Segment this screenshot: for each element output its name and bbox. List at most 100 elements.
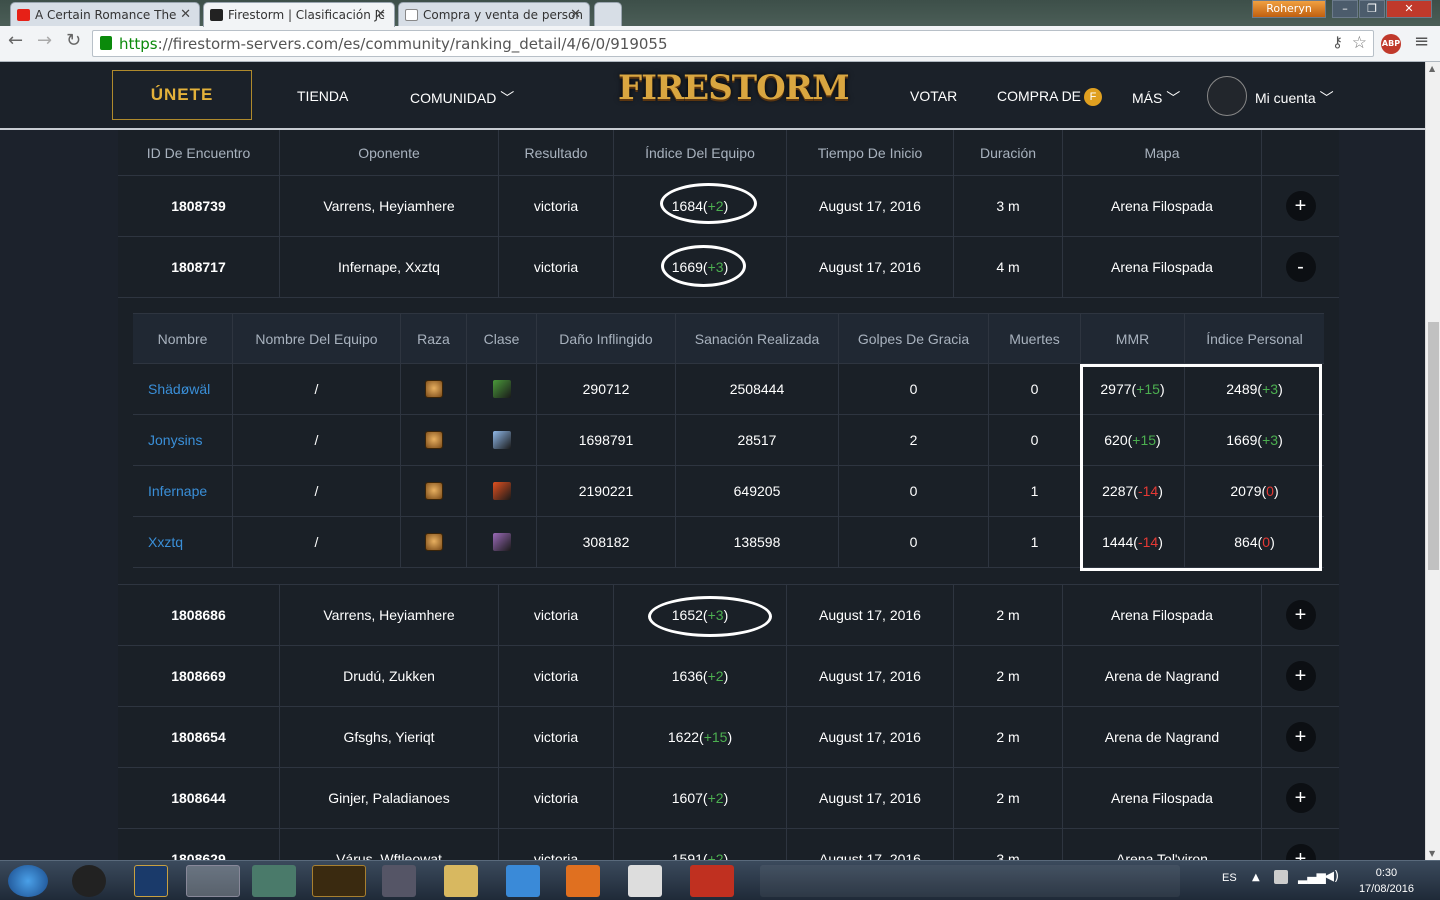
app-icon[interactable] — [382, 865, 416, 897]
match-time: August 17, 2016 — [787, 707, 954, 767]
scrollbar-thumb[interactable] — [1428, 322, 1439, 570]
nav-votar[interactable]: VOTAR — [910, 88, 957, 104]
adblock-icon[interactable]: ABP — [1381, 34, 1401, 54]
match-rating: 1669(+3) — [614, 237, 787, 297]
obs-icon[interactable] — [72, 865, 106, 897]
tray-arrow-icon[interactable]: ▲ — [1252, 872, 1260, 883]
match-row: 1808686 Varrens, Heyiamhere victoria 165… — [118, 585, 1339, 646]
match-toggle-cell: - — [1262, 237, 1339, 297]
nav-comunidad-label: COMUNIDAD — [410, 90, 497, 106]
nav-comunidad[interactable]: COMUNIDAD ﹀ — [410, 88, 514, 108]
header-healing: Sanación Realizada — [676, 314, 839, 363]
forward-icon[interactable]: → — [37, 30, 52, 51]
media-icon[interactable] — [506, 865, 540, 897]
player-damage: 1698791 — [537, 415, 676, 465]
new-tab-button[interactable] — [594, 2, 622, 26]
class-cell — [467, 364, 537, 414]
nav-mas[interactable]: MÁS ﹀ — [1132, 88, 1180, 108]
language-indicator[interactable]: ES — [1222, 872, 1237, 884]
scroll-down-icon[interactable]: ▼ — [1429, 849, 1435, 858]
tab-music[interactable]: A Certain Romance The ✕ — [10, 2, 200, 26]
app-icon[interactable] — [252, 865, 296, 897]
website: ÚNETE TIENDA COMUNIDAD ﹀ FIRESTORM VOTAR… — [0, 62, 1425, 860]
start-button[interactable] — [8, 865, 48, 897]
match-row: 1808654 Gfsghs, Yieriqt victoria 1622(+1… — [118, 707, 1339, 768]
mmr-value: 2977 — [1100, 381, 1132, 397]
nav-compra-label: COMPRA DE — [997, 88, 1082, 104]
race-icon — [424, 533, 443, 551]
network-warning-icon[interactable] — [1274, 870, 1288, 884]
signal-icon[interactable]: ▂▄▆ — [1298, 870, 1326, 884]
match-id: 1808686 — [118, 585, 280, 645]
gamepad-icon[interactable] — [628, 865, 662, 897]
expand-button[interactable]: + — [1285, 722, 1316, 752]
match-map: Arena de Nagrand — [1063, 707, 1262, 767]
chrome-icon[interactable] — [186, 865, 240, 897]
app-icon[interactable] — [690, 865, 734, 897]
site-logo[interactable]: FIRESTORM — [618, 68, 850, 108]
player-team: / — [233, 415, 401, 465]
back-icon[interactable]: ← — [8, 30, 23, 51]
close-icon[interactable]: ✕ — [570, 7, 581, 22]
detail-header: Nombre Nombre Del Equipo Raza Clase Daño… — [133, 313, 1324, 364]
maximize-button[interactable]: ❐ — [1359, 0, 1385, 18]
player-personal: 1669(+3) — [1226, 432, 1283, 448]
match-duration: 2 m — [954, 707, 1063, 767]
key-icon[interactable]: ⚷ — [1332, 33, 1343, 51]
menu-icon[interactable]: ≡ — [1414, 31, 1429, 52]
expand-button[interactable]: + — [1285, 191, 1316, 221]
video-icon[interactable] — [566, 865, 600, 897]
match-opponent: Varrens, Heyiamhere — [280, 176, 499, 236]
race-cell — [401, 364, 467, 414]
player-name-link[interactable]: Infernape — [133, 466, 233, 516]
join-button[interactable]: ÚNETE — [112, 70, 252, 120]
tab-compra[interactable]: Compra y venta de person ✕ — [398, 2, 590, 26]
header-mmr: MMR — [1081, 314, 1185, 363]
player-mmr: 2977(+15) — [1081, 364, 1185, 414]
class-icon — [492, 482, 511, 500]
player-damage: 2190221 — [537, 466, 676, 516]
avatar[interactable] — [1207, 76, 1247, 116]
player-name-link[interactable]: Jonysins — [133, 415, 233, 465]
collapse-button[interactable]: - — [1285, 252, 1316, 282]
clock[interactable]: 0:30 17/08/2016 — [1359, 865, 1414, 897]
match-opponent: Gfsghs, Yieriqt — [280, 707, 499, 767]
profile-button[interactable]: Roheryn — [1252, 0, 1326, 18]
player-name-link[interactable]: Shädøwäl — [133, 364, 233, 414]
expand-button[interactable]: + — [1285, 661, 1316, 691]
rating-change: +3 — [707, 259, 724, 275]
firestorm-favicon-icon — [210, 9, 223, 21]
league-icon[interactable] — [134, 865, 168, 897]
match-toggle-cell: + — [1262, 585, 1339, 645]
nav-tienda[interactable]: TIENDA — [297, 88, 348, 104]
address-bar[interactable]: https://firestorm-servers.com/es/communi… — [92, 30, 1374, 57]
page-scrollbar[interactable]: ▲ ▼ — [1425, 62, 1440, 860]
match-toggle-cell: + — [1262, 176, 1339, 236]
player-killing-blows: 2 — [839, 415, 989, 465]
expand-button[interactable]: + — [1285, 783, 1316, 813]
expand-button[interactable]: + — [1285, 600, 1316, 630]
folder-icon[interactable] — [444, 865, 478, 897]
player-row: Xxztq / 308182 138598 0 1 1444(-14) 864(… — [133, 517, 1324, 568]
reload-icon[interactable]: ↻ — [66, 30, 81, 51]
nav-account[interactable]: Mi cuenta ﹀ — [1255, 88, 1334, 108]
tab-firestorm[interactable]: Firestorm | Clasificación Jc ✕ — [203, 2, 395, 27]
bookmark-star-icon[interactable]: ☆ — [1352, 33, 1367, 53]
toolbar: ← → ↻ https://firestorm-servers.com/es/c… — [0, 26, 1440, 62]
personal-value: 2079 — [1230, 483, 1262, 499]
expand-button[interactable]: + — [1285, 844, 1316, 860]
minimize-button[interactable]: – — [1332, 0, 1358, 18]
close-icon[interactable]: ✕ — [180, 7, 191, 22]
close-icon[interactable]: ✕ — [375, 7, 386, 22]
nav-compra[interactable]: COMPRA DE F — [997, 88, 1103, 107]
match-result: victoria — [499, 768, 614, 828]
volume-icon[interactable]: ◀) — [1324, 869, 1339, 884]
header-damage: Daño Inflingido — [537, 314, 676, 363]
player-name-link[interactable]: Xxztq — [133, 517, 233, 567]
scroll-up-icon[interactable]: ▲ — [1429, 64, 1435, 73]
close-window-button[interactable]: ✕ — [1386, 0, 1432, 18]
match-row: 1808629 Várus, Wftleowat victoria 1591(+… — [118, 829, 1339, 860]
wow-icon[interactable] — [312, 865, 366, 897]
match-row: 1808739 Varrens, Heyiamhere victoria 168… — [118, 176, 1339, 237]
header-toggle — [1262, 130, 1339, 175]
